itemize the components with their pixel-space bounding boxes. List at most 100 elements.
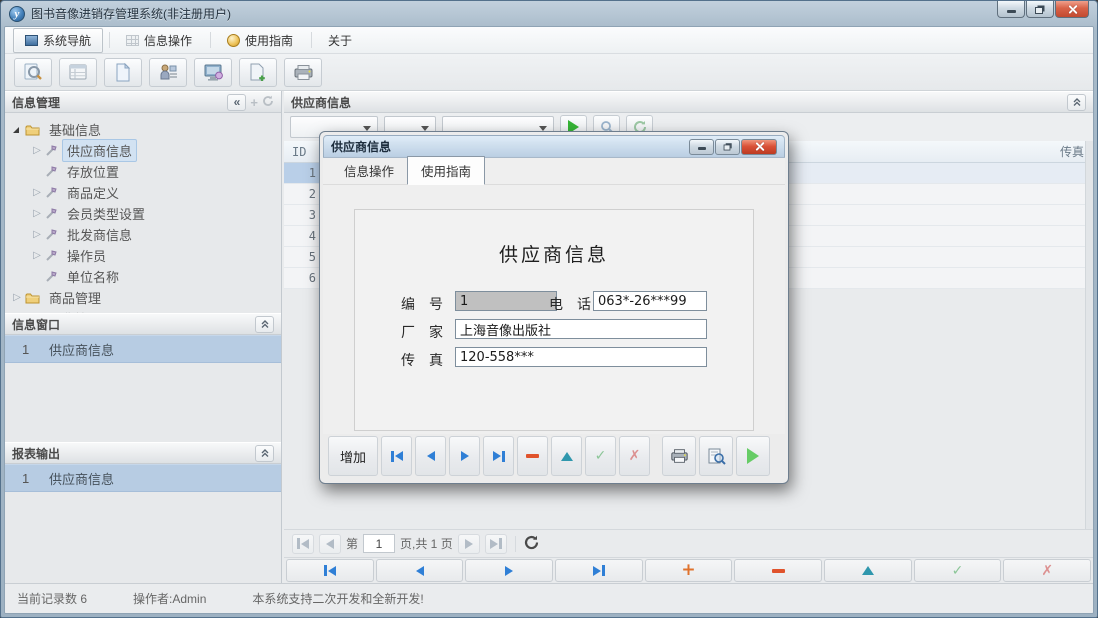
page-next-button[interactable] xyxy=(458,534,480,554)
add-icon[interactable]: + xyxy=(250,95,258,110)
chevron-right-icon[interactable]: ▷ xyxy=(33,187,41,198)
record-nav-button[interactable] xyxy=(824,559,912,582)
dialog-minimize-button[interactable] xyxy=(689,139,714,155)
tree-root-item[interactable]: 基础信息 xyxy=(13,119,281,140)
tree-item[interactable]: ▷ 商品定义 xyxy=(13,182,281,203)
minimize-button[interactable] xyxy=(997,1,1025,18)
toolbar-user-button[interactable] xyxy=(149,58,187,87)
vertical-scrollbar[interactable] xyxy=(1085,141,1093,529)
tree-folders: ▷ 商品管理 ▷ 退货管理 xyxy=(13,287,281,313)
code-field[interactable] xyxy=(455,291,557,311)
page-number-input[interactable] xyxy=(363,534,395,553)
dialog-nav-button[interactable] xyxy=(381,436,412,476)
tree-item[interactable]: ▷ 操作员 xyxy=(13,245,281,266)
toolbar-search-button[interactable] xyxy=(14,58,52,87)
minimize-icon xyxy=(698,147,706,150)
menu-info-operate[interactable]: 信息操作 xyxy=(114,28,204,53)
item-index: 1 xyxy=(5,471,49,486)
record-nav-button[interactable] xyxy=(734,559,822,582)
record-nav-button[interactable] xyxy=(376,559,464,582)
tree-item[interactable]: ▷ 存放位置 xyxy=(13,161,281,182)
collapse-up-icon[interactable] xyxy=(1067,94,1086,111)
refresh-icon[interactable] xyxy=(262,95,274,110)
cancel-icon xyxy=(1041,564,1053,578)
chevron-right-icon[interactable]: ▷ xyxy=(13,292,21,303)
dialog-toolbar: 增加 xyxy=(323,434,785,480)
dialog-run-button[interactable] xyxy=(736,436,770,476)
last-icon xyxy=(593,565,605,576)
collapse-up-icon[interactable] xyxy=(255,445,274,462)
chevron-right-icon[interactable]: ▷ xyxy=(33,250,41,261)
dialog-titlebar[interactable]: 供应商信息 xyxy=(323,135,785,158)
page-first-button[interactable] xyxy=(292,534,314,554)
prior-icon xyxy=(326,539,334,549)
dialog-nav-button[interactable] xyxy=(619,436,650,476)
record-nav-button[interactable] xyxy=(914,559,1002,582)
menubar: 系统导航 信息操作 使用指南 关于 xyxy=(5,27,1093,54)
close-button[interactable] xyxy=(1055,1,1089,18)
chevron-right-icon[interactable]: ▷ xyxy=(33,208,41,219)
restore-button[interactable] xyxy=(1026,1,1054,18)
phone-field[interactable] xyxy=(593,291,707,311)
last-icon xyxy=(490,538,502,549)
tree-folder-item[interactable]: ▷ 商品管理 xyxy=(13,287,281,308)
system-nav-icon xyxy=(25,35,38,46)
row-id-cell: 5 xyxy=(284,247,324,267)
item-label: 供应商信息 xyxy=(49,340,114,359)
document-icon xyxy=(115,63,131,82)
window-title: 图书音像进销存管理系统(非注册用户) xyxy=(31,5,231,22)
tree-item[interactable]: ▷ 单位名称 xyxy=(13,266,281,287)
dialog-nav-button[interactable] xyxy=(585,436,616,476)
record-nav-button[interactable] xyxy=(1003,559,1091,582)
tool-icon xyxy=(45,145,58,157)
dialog-restore-button[interactable] xyxy=(715,139,740,155)
tree-item[interactable]: ▷ 会员类型设置 xyxy=(13,203,281,224)
edit-icon xyxy=(862,566,874,575)
tool-icon xyxy=(45,208,58,220)
toolbar-monitor-button[interactable] xyxy=(194,58,232,87)
prior-icon xyxy=(427,451,435,461)
dialog-nav-button[interactable] xyxy=(415,436,446,476)
chevron-right-icon[interactable]: ▷ xyxy=(33,145,41,156)
dialog-close-button[interactable] xyxy=(741,139,777,155)
tree-item-label: 商品定义 xyxy=(62,181,124,204)
dialog-nav-button[interactable] xyxy=(483,436,514,476)
user-icon xyxy=(158,63,178,82)
fax-field[interactable] xyxy=(455,347,707,367)
expanded-icon[interactable] xyxy=(13,127,19,133)
tree-item[interactable]: ▷ 供应商信息 xyxy=(13,140,281,161)
record-nav-button[interactable] xyxy=(286,559,374,582)
menu-user-guide[interactable]: 使用指南 xyxy=(215,28,305,53)
add-button[interactable]: 增加 xyxy=(328,436,378,476)
dialog-nav-button[interactable] xyxy=(449,436,480,476)
tab-info-operate[interactable]: 信息操作 xyxy=(331,157,407,184)
dialog-nav-button[interactable] xyxy=(517,436,548,476)
info-manage-title: 信息管理 xyxy=(12,94,60,111)
tab-user-guide[interactable]: 使用指南 xyxy=(407,156,485,185)
menu-about[interactable]: 关于 xyxy=(316,28,364,53)
preview-button[interactable] xyxy=(699,436,733,476)
toolbar-export-button[interactable] xyxy=(239,58,277,87)
page-prior-button[interactable] xyxy=(319,534,341,554)
tree-item[interactable]: ▷ 批发商信息 xyxy=(13,224,281,245)
chevron-right-icon[interactable]: ▷ xyxy=(33,229,41,240)
print-button[interactable] xyxy=(662,436,696,476)
toolbar-datasheet-button[interactable] xyxy=(59,58,97,87)
collapse-left-icon[interactable]: « xyxy=(227,94,246,111)
record-nav-button[interactable] xyxy=(645,559,733,582)
tool-icon xyxy=(45,271,58,283)
page-last-button[interactable] xyxy=(485,534,507,554)
collapse-up-icon[interactable] xyxy=(255,316,274,333)
report-output-list-item[interactable]: 1 供应商信息 xyxy=(5,464,281,492)
toolbar-document-button[interactable] xyxy=(104,58,142,87)
record-nav-button[interactable] xyxy=(555,559,643,582)
info-window-list-item[interactable]: 1 供应商信息 xyxy=(5,335,281,363)
page-refresh-button[interactable] xyxy=(524,535,539,553)
dialog-nav-button[interactable] xyxy=(551,436,582,476)
tree-root-label: 基础信息 xyxy=(44,118,106,141)
fax-label: 传 真 xyxy=(401,350,443,370)
toolbar-printer-button[interactable] xyxy=(284,58,322,87)
factory-field[interactable] xyxy=(455,319,707,339)
menu-system-nav[interactable]: 系统导航 xyxy=(13,28,103,53)
record-nav-button[interactable] xyxy=(465,559,553,582)
